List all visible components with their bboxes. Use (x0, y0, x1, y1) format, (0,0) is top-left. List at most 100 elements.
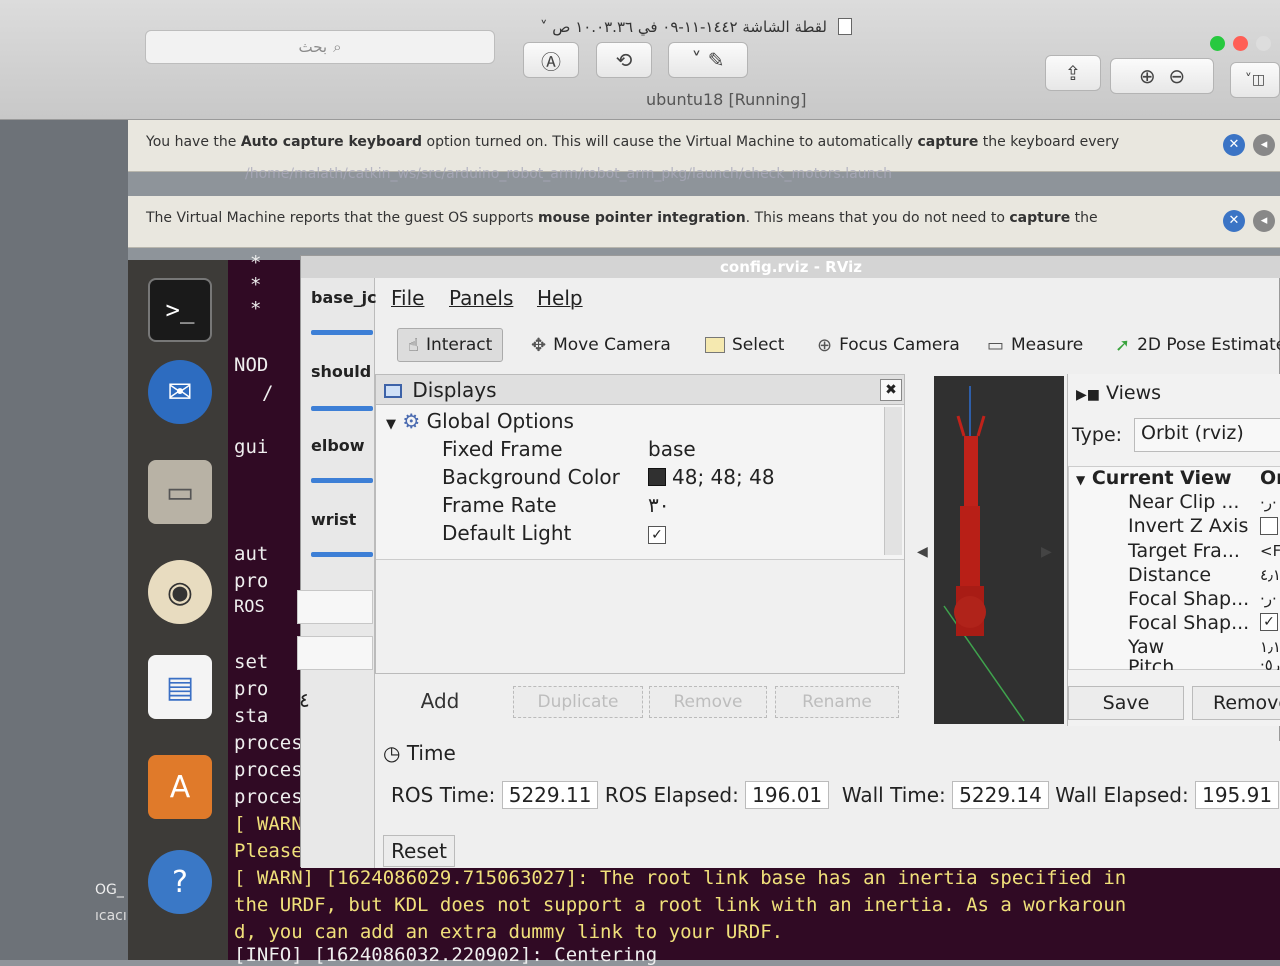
wall-elapsed-label: Wall Elapsed: (1055, 783, 1189, 807)
fixed-frame-value[interactable]: base (648, 437, 696, 461)
view-type-select[interactable]: Orbit (rviz) (1134, 418, 1280, 452)
background-color-value[interactable]: 48; 48; 48 (648, 465, 775, 489)
default-light-checkbox[interactable]: ✓ (648, 521, 666, 545)
shoulder-joint-slider[interactable] (311, 406, 373, 411)
focal-shape-fixed-checkbox[interactable]: ✓ (1260, 612, 1278, 631)
views-panel: ▶■ Views Type: Orbit (rviz) ▼ Current Vi… (1067, 374, 1280, 726)
displays-scrollbar[interactable] (884, 407, 902, 555)
files-icon[interactable]: ▭ (148, 460, 212, 524)
close-notice-icon[interactable]: ✕ (1223, 134, 1245, 156)
color-swatch (648, 468, 666, 486)
mute-notice-icon[interactable]: ◂ (1253, 134, 1275, 156)
sidebar-button[interactable]: ˅◫ (1230, 62, 1280, 98)
document-icon (837, 18, 852, 35)
remove-view-button[interactable]: Remove (1192, 686, 1280, 720)
software-center-icon[interactable]: A (148, 755, 212, 819)
desktop-label: OG_ (95, 882, 124, 898)
tool-move-camera[interactable]: ✥ Move Camera (531, 328, 671, 362)
select-icon (705, 337, 725, 353)
reset-button[interactable]: Reset (383, 835, 455, 867)
desktop-label: ıcacı (95, 908, 127, 924)
wall-time-field[interactable]: 5229.14 (952, 781, 1049, 809)
pencil-icon: ˅ ✎ (691, 48, 725, 72)
target-frame-value[interactable]: <Fi (1260, 542, 1280, 560)
rhythmbox-icon[interactable]: ◉ (148, 560, 212, 624)
tool-focus-camera[interactable]: ⊕ Focus Camera (817, 328, 960, 362)
frame-rate-value[interactable]: ٣٠ (648, 493, 669, 517)
right-arrow-icon[interactable]: ▶ (1041, 544, 1052, 560)
rviz-toolbar: ☝ Interact ✥ Move Camera Select ⊕ Focus Cam… (375, 318, 1280, 368)
rviz-window: config.rviz - RViz base_jc should elbow … (297, 255, 1280, 868)
terminal-line: pro (234, 570, 269, 592)
terminal-line: / (262, 382, 274, 404)
background-path: /home/malath/catkin_ws/src/arduino_robot… (245, 166, 893, 182)
terminal-line: pro (234, 678, 269, 700)
gear-icon: ⚙ (402, 409, 421, 433)
ros-elapsed-field[interactable]: 196.01 (745, 781, 830, 809)
ros-time-label: ROS Time: (391, 783, 496, 807)
annotate-button[interactable]: ˅ ✎ (668, 42, 748, 78)
global-options-row[interactable]: ▼ ⚙ Global Options (386, 409, 574, 433)
joint-state-publisher: base_jc should elbow wrist ٤ (297, 278, 377, 868)
zoom-out-icon: ⊖ (1168, 64, 1186, 88)
terminal-line: aut (234, 543, 269, 565)
window-controls[interactable] (1210, 36, 1279, 55)
left-arrow-icon[interactable]: ◀ (917, 544, 928, 560)
wall-elapsed-field[interactable]: 195.91 (1195, 781, 1280, 809)
ros-time-field[interactable]: 5229.11 (501, 781, 599, 809)
terminal-line: * (250, 252, 262, 274)
terminal-line: set (234, 651, 269, 673)
save-view-button[interactable]: Save (1068, 686, 1184, 720)
displays-panel: Displays ✖ ▼ ⚙ Global Options Fixed Fram… (375, 374, 905, 674)
tool-interact[interactable]: ☝ Interact (397, 328, 504, 362)
desktop-background: OG_ ıcacı (0, 120, 128, 960)
terminal-icon[interactable]: >_ (148, 278, 212, 342)
focal-shape-size-value[interactable]: ·ر· (1260, 590, 1277, 608)
remove-display-button[interactable]: Remove (649, 686, 767, 718)
tool-2d-pose-estimate[interactable]: ➚ 2D Pose Estimate (1115, 328, 1280, 362)
help-icon[interactable]: ? (148, 850, 212, 914)
menu-help[interactable]: Help (537, 286, 583, 310)
mouse-integration-notice: The Virtual Machine reports that the gue… (128, 196, 1280, 248)
zoom-buttons[interactable]: ⊕ ⊖ (1110, 58, 1214, 94)
tool-measure[interactable]: ▭ Measure (987, 328, 1083, 362)
terminal-line: gui (234, 436, 269, 458)
time-panel: ◷ Time ROS Time: 5229.11 ROS Elapsed: 19… (375, 741, 1280, 868)
pitch-value[interactable]: ·ر٥ (1260, 656, 1280, 670)
time-fields: ROS Time: 5229.11 ROS Elapsed: 196.01 Wa… (391, 781, 1280, 809)
distance-label: Distance (1128, 564, 1212, 586)
joint-value-field[interactable] (297, 636, 373, 670)
share-button[interactable]: ⇪ (1045, 55, 1101, 91)
rotate-button[interactable]: ⟲ (596, 42, 652, 78)
writer-icon[interactable]: ▤ (148, 655, 212, 719)
near-clip-value[interactable]: ·ر· (1260, 494, 1277, 512)
duplicate-button[interactable]: Duplicate (513, 686, 643, 718)
yaw-value[interactable]: ١٫١ (1260, 638, 1280, 656)
base-joint-slider[interactable] (311, 330, 373, 335)
frame-rate-label: Frame Rate (442, 493, 557, 517)
markup-button[interactable]: Ⓐ (523, 42, 579, 78)
invert-z-checkbox[interactable] (1260, 516, 1278, 535)
close-icon[interactable]: ✖ (880, 379, 902, 401)
rviz-menubar: File Panels Help (375, 278, 1280, 318)
add-button[interactable]: Add (375, 686, 505, 718)
current-view-row[interactable]: ▼ Current View (1076, 467, 1232, 489)
close-notice-icon[interactable]: ✕ (1223, 210, 1245, 232)
camera-icon: ▶■ (1076, 387, 1100, 403)
joint-value-field[interactable] (297, 590, 373, 624)
thunderbird-icon[interactable]: ✉ (148, 360, 212, 424)
distance-value[interactable]: ٤٫١ (1260, 566, 1280, 584)
elbow-joint-slider[interactable] (311, 478, 373, 483)
menu-panels[interactable]: Panels (449, 286, 513, 310)
mute-notice-icon[interactable]: ◂ (1253, 210, 1275, 232)
ruler-icon: ▭ (987, 334, 1005, 356)
background-color-label: Background Color (442, 465, 620, 489)
menu-file[interactable]: File (391, 286, 424, 310)
ubuntu-dock: >_ ✉ ▭ ◉ ▤ A ? (128, 260, 228, 960)
rename-button[interactable]: Rename (775, 686, 899, 718)
search-field[interactable]: بحث ⌕ (145, 30, 495, 64)
tool-select[interactable]: Select (705, 328, 784, 362)
near-clip-label: Near Clip ... (1128, 491, 1240, 513)
wrist-joint-slider[interactable] (311, 552, 373, 557)
terminal-line: * (250, 274, 262, 296)
